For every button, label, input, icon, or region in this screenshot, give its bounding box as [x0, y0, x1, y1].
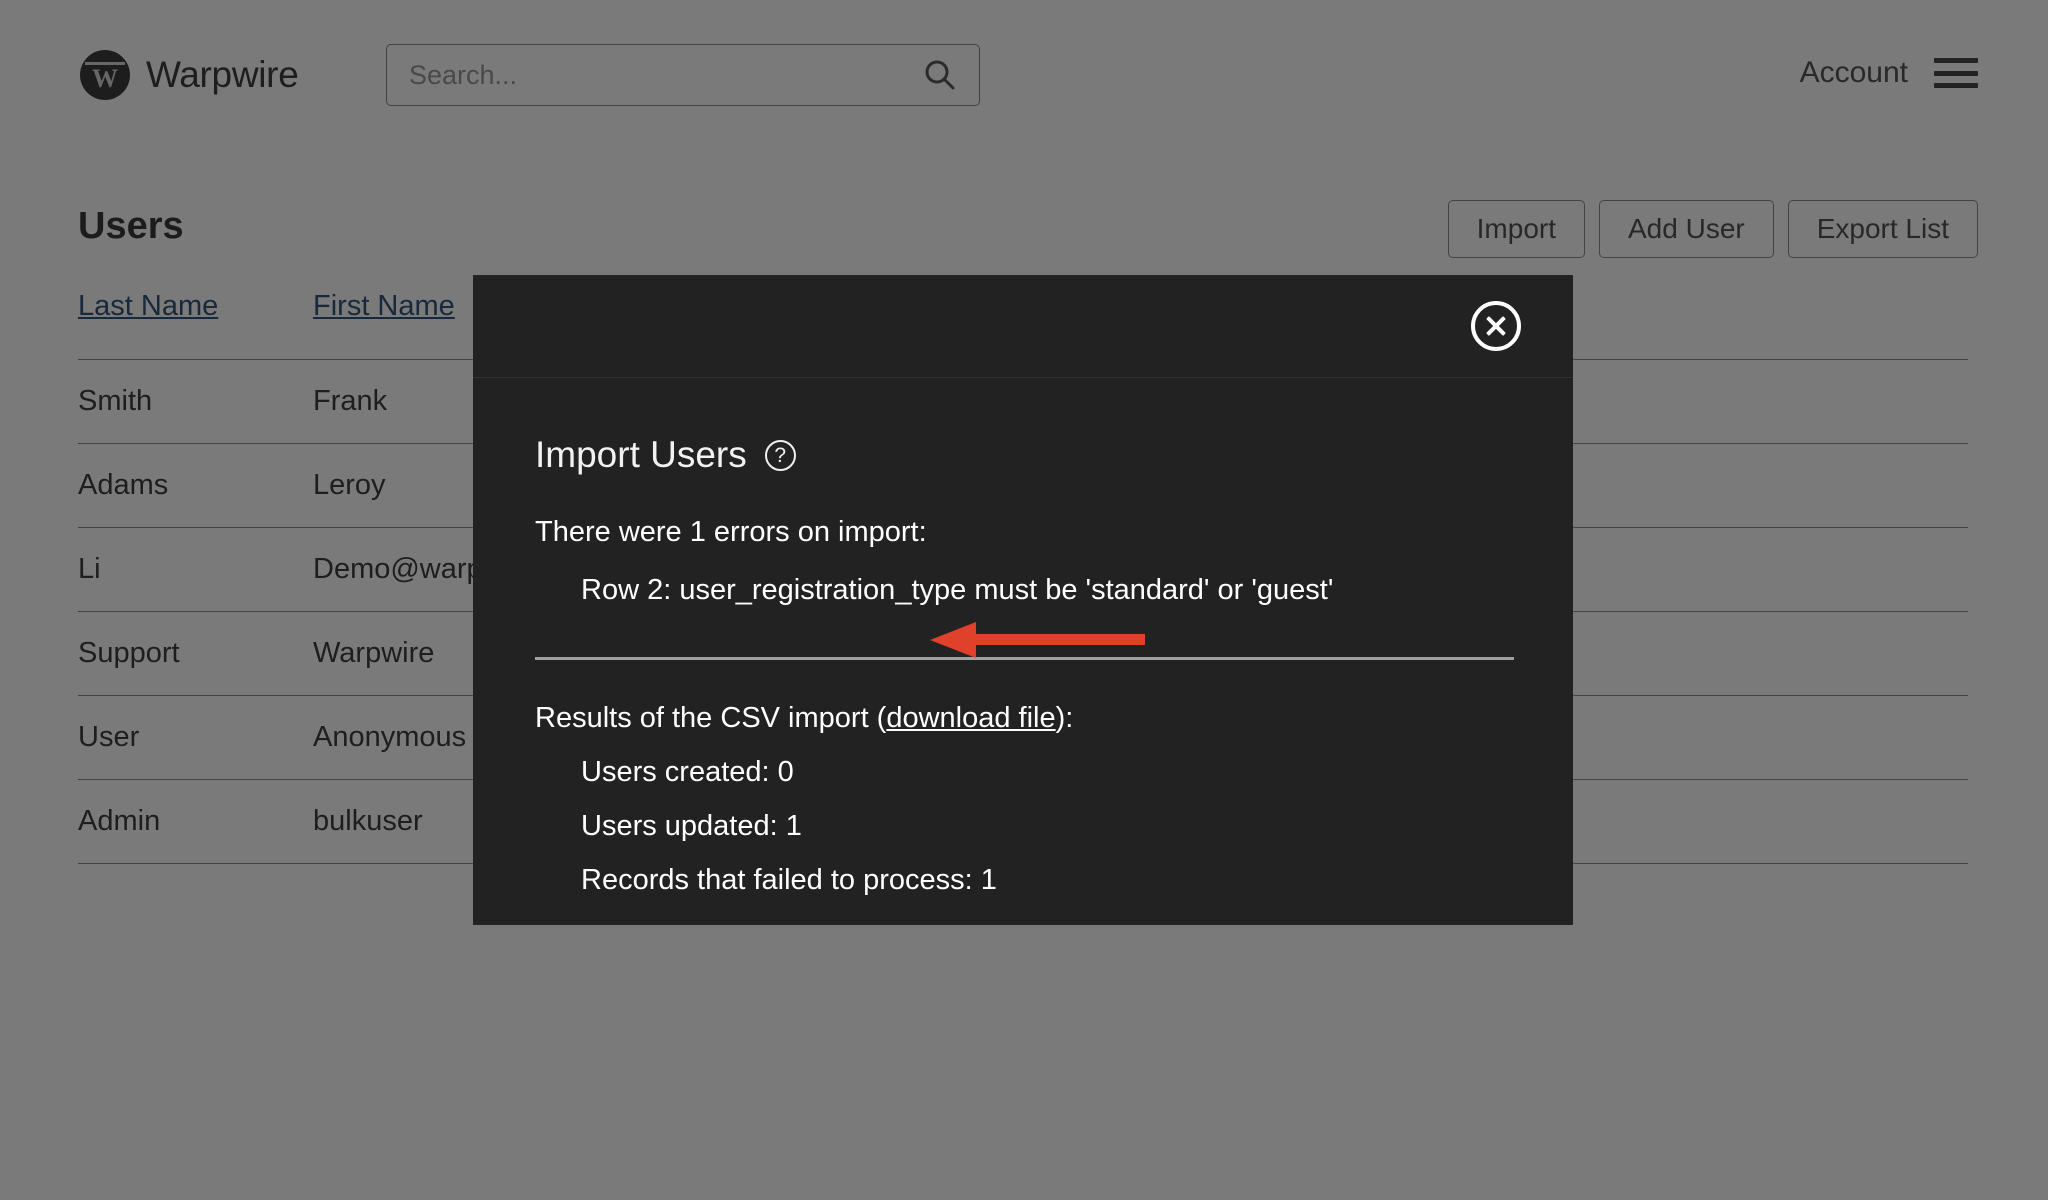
result-users-updated: Users updated: 1	[581, 810, 1511, 843]
error-row-item: Row 2: user_registration_type must be 's…	[581, 574, 1511, 607]
modal-body: Import Users ? There were 1 errors on im…	[473, 378, 1573, 897]
question-mark-icon[interactable]: ?	[765, 440, 796, 471]
app-root: W Warpwire Search... Account	[0, 0, 2048, 1200]
results-suffix: ):	[1056, 702, 1074, 734]
results-heading: Results of the CSV import (download file…	[535, 702, 1511, 735]
results-prefix: Results of the CSV import (	[535, 702, 886, 734]
import-users-modal: Import Users ? There were 1 errors on im…	[473, 275, 1573, 925]
download-file-link[interactable]: download file	[886, 702, 1055, 734]
left-arrow-annotation	[930, 622, 1145, 658]
error-summary: There were 1 errors on import:	[535, 516, 1511, 549]
modal-header	[473, 275, 1573, 378]
result-users-created: Users created: 0	[581, 756, 1511, 789]
result-records-failed: Records that failed to process: 1	[581, 864, 1511, 897]
modal-title: Import Users	[535, 434, 747, 476]
close-icon[interactable]	[1471, 301, 1521, 351]
modal-title-row: Import Users ?	[535, 434, 1511, 476]
modal-divider	[535, 657, 1514, 660]
